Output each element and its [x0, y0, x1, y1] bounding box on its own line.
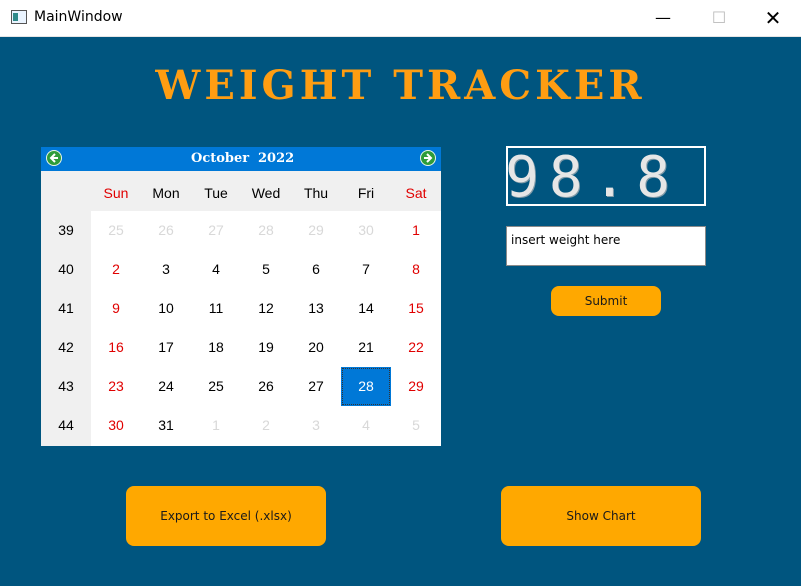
day-header-5: Fri	[357, 185, 375, 201]
calendar-day[interactable]: 26	[141, 211, 191, 250]
title-bar: MainWindow — ☐ ✕	[0, 0, 801, 37]
day-header-2: Tue	[204, 185, 228, 201]
calendar-day[interactable]: 30	[91, 406, 141, 445]
week-number: 44	[58, 417, 74, 433]
calendar-day[interactable]: 12	[241, 289, 291, 328]
close-button[interactable]: ✕	[744, 0, 801, 36]
calendar-day[interactable]: 2	[241, 406, 291, 445]
calendar-day[interactable]: 3	[291, 406, 341, 445]
calendar-day[interactable]: 23	[91, 367, 141, 406]
next-month-icon[interactable]	[420, 150, 436, 166]
calendar-day[interactable]: 28	[241, 211, 291, 250]
calendar-day[interactable]: 2	[91, 250, 141, 289]
calendar-day[interactable]: 5	[391, 406, 441, 445]
calendar-day[interactable]: 1	[191, 406, 241, 445]
calendar-day[interactable]: 30	[341, 211, 391, 250]
calendar-day[interactable]: 27	[191, 211, 241, 250]
day-header-4: Thu	[303, 185, 329, 201]
weight-display-value: 98.8	[505, 145, 680, 210]
year-selector[interactable]: 2022	[258, 151, 294, 166]
day-header-0: Sun	[103, 185, 129, 201]
calendar-day[interactable]: 9	[91, 289, 141, 328]
calendar-day[interactable]: 22	[391, 328, 441, 367]
page-title: WEIGHT TRACKER	[155, 62, 646, 109]
calendar-day[interactable]: 18	[191, 328, 241, 367]
calendar-day[interactable]: 20	[291, 328, 341, 367]
calendar-day[interactable]: 4	[341, 406, 391, 445]
calendar-widget[interactable]: October 2022 Sun Mon Tue Wed Thu Fri Sat 39 25 26…	[41, 147, 441, 446]
calendar-day[interactable]: 29	[291, 211, 341, 250]
calendar-day[interactable]: 1	[391, 211, 441, 250]
week-number: 43	[58, 378, 74, 394]
calendar-day[interactable]: 11	[191, 289, 241, 328]
submit-button[interactable]: Submit	[551, 286, 661, 316]
calendar-day[interactable]: 8	[391, 250, 441, 289]
day-header-3: Wed	[251, 185, 281, 201]
calendar-day[interactable]: 7	[341, 250, 391, 289]
show-chart-button[interactable]: Show Chart	[501, 486, 701, 546]
calendar-day[interactable]: 16	[91, 328, 141, 367]
calendar-day[interactable]: 31	[141, 406, 191, 445]
day-header-1: Mon	[152, 185, 180, 201]
month-selector[interactable]: October	[191, 151, 249, 166]
calendar-day[interactable]: 3	[141, 250, 191, 289]
calendar-day[interactable]: 13	[291, 289, 341, 328]
calendar-day[interactable]: 14	[341, 289, 391, 328]
week-number: 41	[58, 300, 74, 316]
calendar-day[interactable]: 10	[141, 289, 191, 328]
week-number: 40	[58, 261, 74, 277]
minimize-button[interactable]: —	[634, 0, 692, 36]
calendar-day[interactable]: 25	[191, 367, 241, 406]
calendar-day[interactable]: 27	[291, 367, 341, 406]
previous-month-icon[interactable]	[46, 150, 62, 166]
week-number: 39	[58, 222, 74, 238]
window-title: MainWindow	[34, 9, 123, 25]
calendar-day[interactable]: 26	[241, 367, 291, 406]
calendar-navigation-bar: October 2022	[41, 147, 441, 171]
calendar-day[interactable]: 4	[191, 250, 241, 289]
calendar-day[interactable]: 19	[241, 328, 291, 367]
calendar-day[interactable]: 6	[291, 250, 341, 289]
calendar-day[interactable]: 25	[91, 211, 141, 250]
export-excel-button[interactable]: Export to Excel (.xlsx)	[126, 486, 326, 546]
calendar-day[interactable]: 5	[241, 250, 291, 289]
weight-input[interactable]: insert weight here	[506, 226, 706, 266]
app-window-icon	[11, 10, 27, 24]
calendar-day[interactable]: 15	[391, 289, 441, 328]
calendar-day[interactable]: 17	[141, 328, 191, 367]
calendar-day[interactable]: 24	[141, 367, 191, 406]
week-number: 42	[58, 339, 74, 355]
calendar-day[interactable]: 29	[391, 367, 441, 406]
calendar-day[interactable]: 21	[341, 328, 391, 367]
calendar-day[interactable]: 28	[341, 367, 391, 406]
maximize-button[interactable]: ☐	[690, 0, 748, 36]
weight-display: 98.8	[505, 145, 706, 210]
day-header-6: Sat	[405, 185, 427, 201]
